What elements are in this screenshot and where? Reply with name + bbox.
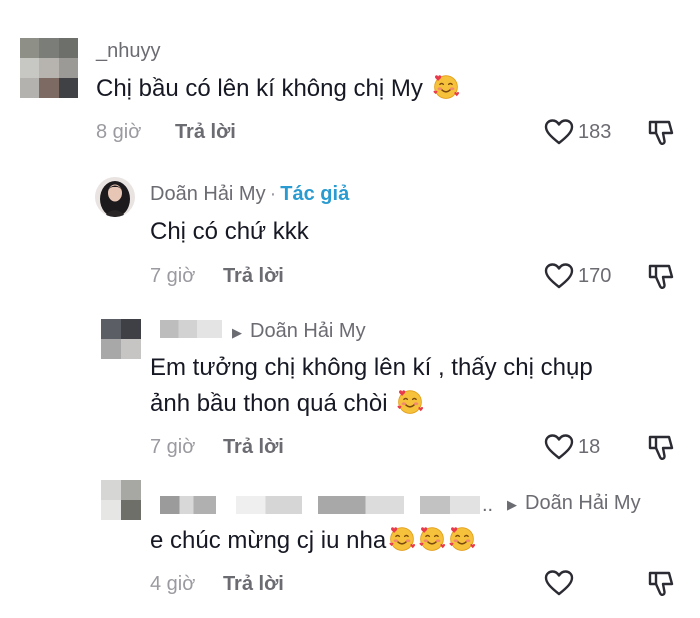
author-name-line: Doãn Hải My · Tác giả [150,183,349,206]
smiling-face-with-hearts-emoji [388,525,416,553]
reply-button[interactable]: Trả lời [175,121,236,143]
like-button[interactable]: 18 [544,433,600,461]
thumbs-down-icon[interactable] [646,118,676,148]
comment-text-content: Chị có chứ kkk [150,218,309,245]
reply-arrow-icon: ▶ [507,497,517,512]
comment-meta: 4 giờ Trả lời [150,573,284,596]
like-button[interactable] [544,569,574,597]
author-badge: Tác giả [280,183,350,205]
avatar-blurred[interactable] [101,319,141,359]
reply-button[interactable]: Trả lời [223,265,284,287]
like-count: 170 [578,264,612,287]
reply-button[interactable]: Trả lời [223,573,284,595]
comment-time: 8 giờ [96,121,142,143]
comment-meta: 7 giờ Trả lời [150,436,284,459]
smiling-face-with-hearts-emoji [418,525,446,553]
reply-to-username[interactable]: Doãn Hải My [525,492,641,514]
thumbs-down-icon[interactable] [646,262,676,292]
like-count: 18 [578,435,601,458]
smiling-face-with-hearts-emoji [448,525,476,553]
smiling-face-with-hearts-emoji [432,73,460,101]
like-button[interactable]: 183 [544,118,611,146]
comment-text: Chị bầu có lên kí không chị My [96,71,460,107]
comment-text: e chúc mừng cj iu nha [150,523,476,559]
heart-outline-icon [544,569,574,597]
comment-time: 7 giờ [150,265,196,287]
comment-meta: 7 giờ Trả lời [150,265,284,288]
heart-outline-icon [544,433,574,461]
comment-time: 7 giờ [150,436,196,458]
reply-to-line: ▶ Doãn Hải My [232,320,366,343]
reply-arrow-icon: ▶ [232,325,242,340]
username-ellipsis: .. [482,494,494,516]
comment-text-content: Chị bầu có lên kí không chị My [96,75,423,102]
avatar-nhuyy[interactable] [20,38,78,98]
comment-text-content: ảnh bầu thon quá chòi [150,390,388,417]
thumbs-down-icon[interactable] [646,433,676,463]
username-doan-hai-my[interactable]: Doãn Hải My [150,183,266,205]
avatar-blurred[interactable] [101,480,141,520]
comment-time: 4 giờ [150,573,196,595]
reply-to-username[interactable]: Doãn Hải My [250,320,366,342]
heart-outline-icon [544,262,574,290]
like-button[interactable]: 170 [544,262,611,290]
like-count: 183 [578,120,612,143]
heart-outline-icon [544,118,574,146]
profile-photo [100,181,130,217]
username-nhuyy[interactable]: _nhuyy [96,40,161,63]
avatar-doan-hai-my[interactable] [95,177,135,217]
comment-meta: 8 giờ Trả lời [96,121,236,144]
comment-text-line-2: ảnh bầu thon quá chòi [150,386,593,422]
comment-text: Em tưởng chị không lên kí , thấy chị chụ… [150,350,593,422]
comment-text: Chị có chứ kkk [150,214,309,250]
reply-to-line: ▶ Doãn Hải My [507,492,641,515]
comment-text-content: e chúc mừng cj iu nha [150,527,387,554]
separator-dot: · [269,183,277,205]
thumbs-down-icon[interactable] [646,569,676,599]
comment-text-line-1: Em tưởng chị không lên kí , thấy chị chụ… [150,354,593,381]
username-blurred[interactable] [160,320,222,338]
smiling-face-with-hearts-emoji [396,388,424,416]
reply-button[interactable]: Trả lời [223,436,284,458]
